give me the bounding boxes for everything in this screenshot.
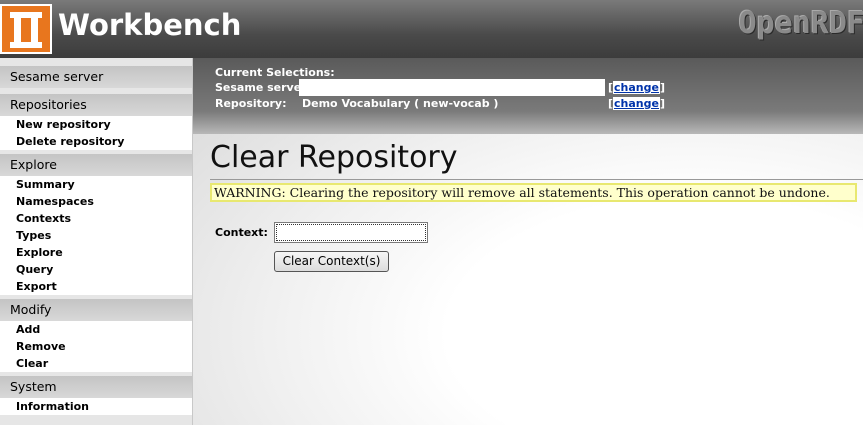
title-divider (210, 179, 863, 180)
warning-message: WARNING: Clearing the repository will re… (210, 183, 857, 202)
sidebar-item-new-repository[interactable]: New repository (0, 116, 192, 133)
change-repository-link-wrap: [change] (608, 96, 665, 112)
current-selections-panel: Current Selections: Sesame server: Repos… (193, 58, 863, 134)
sidebar-item-summary[interactable]: Summary (0, 176, 192, 193)
workbench-logo-icon[interactable] (0, 4, 52, 54)
server-url-field (299, 79, 605, 96)
current-selections-title: Current Selections: (215, 66, 335, 79)
sidebar-section-sesame-server[interactable]: Sesame server (0, 66, 192, 88)
bracket-close: ] (659, 81, 666, 94)
sidebar-section-system: System (0, 376, 192, 398)
context-input[interactable] (274, 222, 428, 243)
openrdf-logo: OpenRDF (738, 6, 863, 41)
sidebar-item-types[interactable]: Types (0, 227, 192, 244)
sidebar-item-remove[interactable]: Remove (0, 338, 192, 355)
sidebar-item-delete-repository[interactable]: Delete repository (0, 133, 192, 150)
sidebar-item-export[interactable]: Export (0, 278, 192, 295)
sidebar-item-clear[interactable]: Clear (0, 355, 192, 372)
page-title: Clear Repository (210, 140, 458, 175)
context-label: Context: (215, 226, 268, 239)
sidebar-item-explore[interactable]: Explore (0, 244, 192, 261)
sidebar-item-namespaces[interactable]: Namespaces (0, 193, 192, 210)
sidebar-section-repositories: Repositories (0, 94, 192, 116)
sidebar-item-information[interactable]: Information (0, 398, 192, 415)
sidebar-item-query[interactable]: Query (0, 261, 192, 278)
sidebar-item-add[interactable]: Add (0, 321, 192, 338)
change-server-link-wrap: [change] (608, 80, 665, 96)
change-repository-link[interactable]: change (613, 97, 660, 110)
app-header: Workbench OpenRDF (0, 0, 863, 58)
brand-title: Workbench (58, 8, 242, 42)
sidebar-item-contexts[interactable]: Contexts (0, 210, 192, 227)
clear-contexts-button[interactable]: Clear Context(s) (274, 251, 389, 272)
change-server-link[interactable]: change (613, 81, 660, 94)
sidebar: Sesame server Repositories New repositor… (0, 58, 193, 425)
main-content: Current Selections: Sesame server: Repos… (193, 58, 863, 425)
repository-label: Repository: (215, 97, 287, 110)
repository-value: Demo Vocabulary ( new-vocab ) (302, 97, 499, 110)
sidebar-section-explore: Explore (0, 154, 192, 176)
bracket-close: ] (659, 97, 666, 110)
server-label: Sesame server: (215, 81, 311, 94)
sidebar-section-modify: Modify (0, 299, 192, 321)
